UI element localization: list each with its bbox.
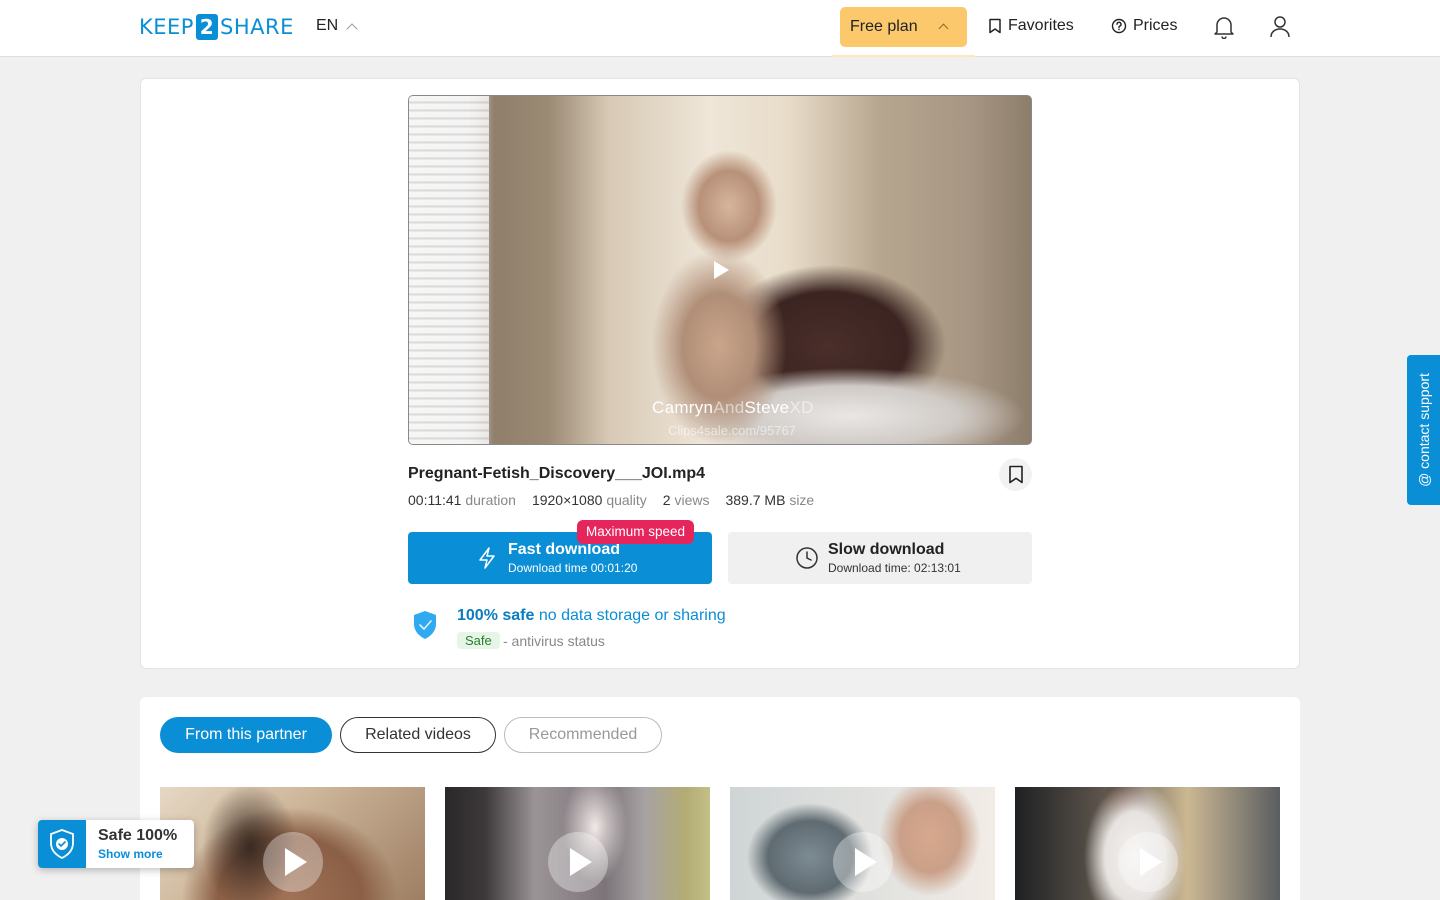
- play-icon[interactable]: [714, 261, 729, 279]
- language-label: EN: [316, 17, 339, 34]
- tab-related-videos[interactable]: Related videos: [340, 717, 496, 753]
- safe-widget[interactable]: Safe 100% Show more: [38, 820, 194, 868]
- antivirus-safe-badge: Safe: [457, 632, 500, 649]
- quality-label: quality: [606, 492, 647, 508]
- lightning-icon: [479, 547, 495, 569]
- video-thumbnail[interactable]: [1015, 787, 1280, 900]
- clock-icon: [796, 547, 818, 569]
- prices-label: Prices: [1133, 17, 1178, 34]
- favorites-link[interactable]: Favorites: [988, 17, 1074, 35]
- file-meta: 00:11:41 duration 1920×1080 quality 2 vi…: [408, 492, 814, 508]
- slow-download-time: Download time: 02:13:01: [828, 561, 961, 575]
- free-plan-button[interactable]: Free plan: [840, 7, 967, 47]
- bookmark-icon: [989, 18, 1001, 34]
- safe-widget-icon-box: [38, 820, 86, 868]
- plan-underline: [832, 55, 975, 57]
- play-icon: [285, 848, 307, 876]
- shield-check-icon: [50, 829, 74, 860]
- max-speed-badge: Maximum speed: [577, 520, 695, 544]
- quality-value: 1920×1080: [531, 492, 603, 508]
- meta-duration: 00:11:41 duration: [408, 492, 516, 508]
- user-icon[interactable]: [1269, 15, 1291, 39]
- tab-from-this-partner[interactable]: From this partner: [160, 717, 332, 753]
- safe-widget-title: Safe 100%: [98, 827, 178, 844]
- play-icon: [1140, 848, 1162, 876]
- views-label: views: [674, 492, 710, 508]
- file-name: Pregnant-Fetish_Discovery___JOI.mp4: [408, 465, 706, 482]
- meta-views: 2 views: [663, 492, 710, 508]
- show-more-link[interactable]: Show more: [98, 847, 163, 861]
- keep2share-logo[interactable]: KEEP 2 SHARE: [139, 14, 294, 40]
- logo-text-mid: 2: [195, 14, 218, 40]
- fast-download-time: Download time 00:01:20: [508, 561, 638, 575]
- slow-download-title: Slow download: [828, 541, 945, 558]
- size-label: size: [789, 492, 815, 508]
- contact-support-label: @ contact support: [1415, 373, 1432, 487]
- contact-support-button[interactable]: @ contact support: [1407, 355, 1440, 505]
- play-icon: [570, 848, 592, 876]
- add-favorite-button[interactable]: [999, 458, 1032, 491]
- duration-value: 00:11:41: [408, 492, 462, 508]
- video-watermark-sub: Clips4sale.com/95767: [668, 423, 796, 438]
- safety-statement: 100% safe no data storage or sharing: [457, 607, 726, 625]
- video-watermark: CamrynAndSteveXD: [652, 398, 814, 418]
- duration-label: duration: [465, 492, 516, 508]
- bookmark-icon: [1008, 465, 1023, 484]
- meta-quality: 1920×1080 quality: [532, 492, 647, 508]
- safety-bold: 100% safe: [457, 607, 535, 624]
- language-selector[interactable]: EN: [316, 17, 358, 35]
- video-preview[interactable]: CamrynAndSteveXD Clips4sale.com/95767: [408, 95, 1032, 445]
- watermark-part: Steve: [744, 398, 790, 417]
- antivirus-status: - antivirus status: [503, 633, 605, 649]
- prices-link[interactable]: Prices: [1111, 17, 1177, 35]
- play-icon: [855, 848, 877, 876]
- help-circle-icon: [1111, 18, 1127, 34]
- video-thumbnail[interactable]: [730, 787, 995, 900]
- watermark-part: And: [713, 398, 745, 417]
- logo-text-left: KEEP: [139, 15, 194, 39]
- size-value: 389.7 MB: [725, 492, 786, 508]
- slow-download-button[interactable]: Slow download Download time: 02:13:01: [728, 532, 1032, 584]
- favorites-label: Favorites: [1008, 17, 1074, 34]
- video-frame-blinds: [409, 96, 489, 444]
- views-value: 2: [662, 492, 671, 508]
- watermark-part: Camryn: [652, 398, 714, 417]
- safety-rest: no data storage or sharing: [534, 607, 726, 624]
- video-thumbnail[interactable]: [445, 787, 710, 900]
- top-header: KEEP 2 SHARE EN Free plan Favorites Prices: [0, 0, 1440, 57]
- shield-check-icon: [414, 611, 436, 639]
- watermark-part: XD: [789, 398, 814, 417]
- video-thumbnail[interactable]: [160, 787, 425, 900]
- chevron-up-icon: [938, 23, 949, 34]
- meta-size: 389.7 MB size: [725, 492, 814, 508]
- tab-recommended[interactable]: Recommended: [504, 717, 662, 753]
- logo-text-right: SHARE: [219, 15, 294, 39]
- free-plan-label: Free plan: [850, 18, 918, 35]
- chevron-up-icon: [346, 23, 358, 35]
- bell-icon[interactable]: [1213, 15, 1235, 39]
